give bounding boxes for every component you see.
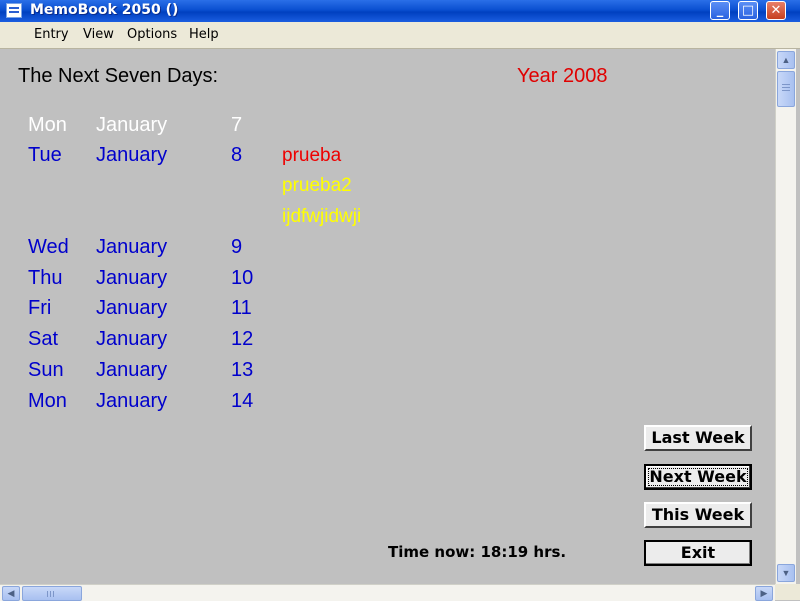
window-title: MemoBook 2050 () <box>30 2 179 18</box>
memo-entry[interactable]: prueba <box>282 145 341 167</box>
vertical-scroll-thumb[interactable] <box>777 71 795 107</box>
page-title: The Next Seven Days: <box>18 65 219 87</box>
day-month: January <box>96 236 168 258</box>
menu-options[interactable]: Options <box>127 27 177 42</box>
day-name: Sat <box>28 328 59 350</box>
day-name: Fri <box>28 297 52 319</box>
menu-help[interactable]: Help <box>189 27 219 42</box>
day-date: 13 <box>231 359 254 381</box>
exit-button[interactable]: Exit <box>644 540 752 566</box>
memo-entry[interactable]: prueba2 <box>282 175 352 197</box>
day-month: January <box>96 144 168 166</box>
day-date: 7 <box>231 114 243 136</box>
vertical-scrollbar[interactable]: ▲ ▼ <box>775 49 796 584</box>
day-name: Wed <box>28 236 69 258</box>
scrollbar-corner <box>775 584 800 600</box>
day-name: Sun <box>28 359 64 381</box>
day-date: 14 <box>231 390 254 412</box>
title-bar[interactable]: MemoBook 2050 () _ □ ✕ <box>0 0 800 22</box>
close-button[interactable]: ✕ <box>766 1 786 20</box>
day-name: Mon <box>28 390 67 412</box>
horizontal-scrollbar[interactable]: ◀ ▶ <box>0 584 775 601</box>
day-name: Mon <box>28 114 67 136</box>
horizontal-scroll-thumb[interactable] <box>22 586 82 601</box>
day-month: January <box>96 328 168 350</box>
day-date: 9 <box>231 236 243 258</box>
day-date: 8 <box>231 144 243 166</box>
day-month: January <box>96 297 168 319</box>
day-month: January <box>96 390 168 412</box>
menu-bar: Entry View Options Help <box>0 22 800 49</box>
this-week-button[interactable]: This Week <box>644 502 752 528</box>
next-week-button[interactable]: Next Week <box>644 464 752 490</box>
day-date: 10 <box>231 267 254 289</box>
last-week-button[interactable]: Last Week <box>644 425 752 451</box>
menu-entry[interactable]: Entry <box>34 27 69 42</box>
menu-view[interactable]: View <box>83 27 114 42</box>
day-date: 11 <box>231 297 252 319</box>
app-icon[interactable] <box>6 3 22 18</box>
scroll-right-icon[interactable]: ▶ <box>755 586 773 601</box>
time-now-label: Time now: 18:19 hrs. <box>388 543 567 561</box>
day-month: January <box>96 267 168 289</box>
day-month: January <box>96 114 168 136</box>
day-name: Tue <box>28 144 62 166</box>
scroll-left-icon[interactable]: ◀ <box>2 586 20 601</box>
maximize-button[interactable]: □ <box>738 1 758 20</box>
day-name: Thu <box>28 267 63 289</box>
scroll-up-icon[interactable]: ▲ <box>777 51 795 69</box>
day-date: 12 <box>231 328 254 350</box>
minimize-button[interactable]: _ <box>710 1 730 20</box>
scroll-down-icon[interactable]: ▼ <box>777 564 795 582</box>
day-month: January <box>96 359 168 381</box>
year-label: Year 2008 <box>517 65 608 87</box>
memo-entry[interactable]: ijdfwjidwji <box>282 206 361 228</box>
